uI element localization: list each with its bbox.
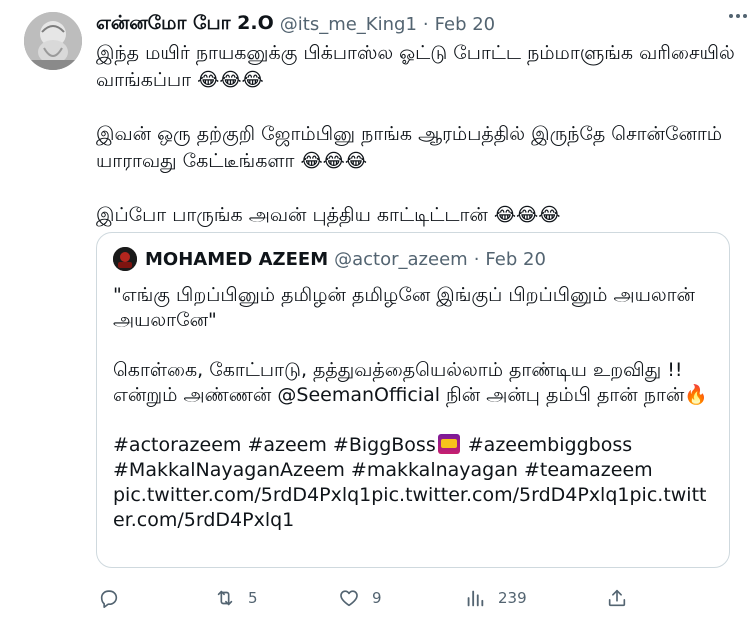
media-links: pic.twitter.com/5rdD4Pxlq1pic.twitter.co… bbox=[113, 484, 707, 531]
separator-dot: · bbox=[473, 248, 480, 270]
retweet-icon bbox=[214, 587, 236, 609]
more-icon bbox=[729, 14, 733, 18]
heart-icon bbox=[338, 587, 360, 609]
biggboss-badge-icon bbox=[437, 434, 460, 454]
views-button[interactable]: 239 bbox=[464, 587, 527, 609]
quote-text: "எங்கு பிறப்பினும் தமிழன் தமிழனே இங்குப்… bbox=[113, 283, 713, 533]
retweet-button[interactable]: 5 bbox=[214, 587, 258, 609]
like-count: 9 bbox=[372, 589, 382, 607]
tweet-actions: 5 9 239 bbox=[96, 584, 636, 612]
share-icon bbox=[606, 587, 628, 609]
tweet-timestamp[interactable]: Feb 20 bbox=[435, 14, 496, 35]
reply-button[interactable] bbox=[98, 587, 120, 609]
tweet-text: இந்த மயிர் நாயகனுக்கு பிக்பாஸ்ல ஓட்டு போ… bbox=[96, 40, 736, 229]
hashtags-line-1: #actorazeem #azeem #BiggBoss bbox=[113, 434, 436, 456]
retweet-count: 5 bbox=[248, 589, 258, 607]
hashtags-line-2: #MakkalNayaganAzeem #makkalnayagan #team… bbox=[113, 459, 653, 481]
quoted-tweet[interactable]: MOHAMED AZEEM @actor_azeem · Feb 20 "எங்… bbox=[96, 232, 730, 568]
separator-dot: · bbox=[422, 13, 429, 35]
views-icon bbox=[464, 587, 486, 609]
quote-header: MOHAMED AZEEM @actor_azeem · Feb 20 bbox=[113, 245, 713, 273]
tweet-paragraph: இந்த மயிர் நாயகனுக்கு பிக்பாஸ்ல ஓட்டு போ… bbox=[96, 42, 735, 91]
tweet-content: என்னமோ போ 2.O @its_me_King1 · Feb 20 இந்… bbox=[96, 10, 736, 229]
like-button[interactable]: 9 bbox=[338, 587, 382, 609]
hashtags-line-1b: #azeembiggboss bbox=[461, 434, 633, 456]
tweet-paragraph: இவன் ஒரு தற்குறி ஜோம்பினு நாங்க ஆரம்பத்த… bbox=[96, 123, 723, 172]
author-name[interactable]: என்னமோ போ 2.O bbox=[96, 12, 274, 37]
quote-author-name: MOHAMED AZEEM bbox=[145, 248, 329, 270]
more-options-button[interactable] bbox=[726, 6, 750, 26]
share-button[interactable] bbox=[606, 587, 628, 609]
tweet-paragraph: இப்போ பாருங்க அவன் புத்திய காட்டிட்டான் … bbox=[96, 204, 561, 226]
reply-icon bbox=[98, 587, 120, 609]
tweet: என்னமோ போ 2.O @its_me_King1 · Feb 20 இந்… bbox=[0, 0, 754, 622]
quote-hashtags: #actorazeem #azeem #BiggBoss #azeembiggb… bbox=[113, 433, 713, 533]
quote-author-avatar bbox=[113, 247, 137, 271]
quote-author-handle: @actor_azeem bbox=[334, 248, 468, 270]
author-avatar[interactable] bbox=[24, 12, 82, 70]
quote-paragraph: "எங்கு பிறப்பினும் தமிழன் தமிழனே இங்குப்… bbox=[113, 284, 695, 331]
tweet-header: என்னமோ போ 2.O @its_me_King1 · Feb 20 bbox=[96, 10, 736, 38]
author-handle[interactable]: @its_me_King1 bbox=[280, 14, 417, 35]
views-count: 239 bbox=[498, 589, 527, 607]
quote-paragraph: கொள்கை, கோட்பாடு, தத்துவத்தையெல்லாம் தாண… bbox=[113, 359, 708, 406]
quote-timestamp: Feb 20 bbox=[485, 248, 546, 270]
